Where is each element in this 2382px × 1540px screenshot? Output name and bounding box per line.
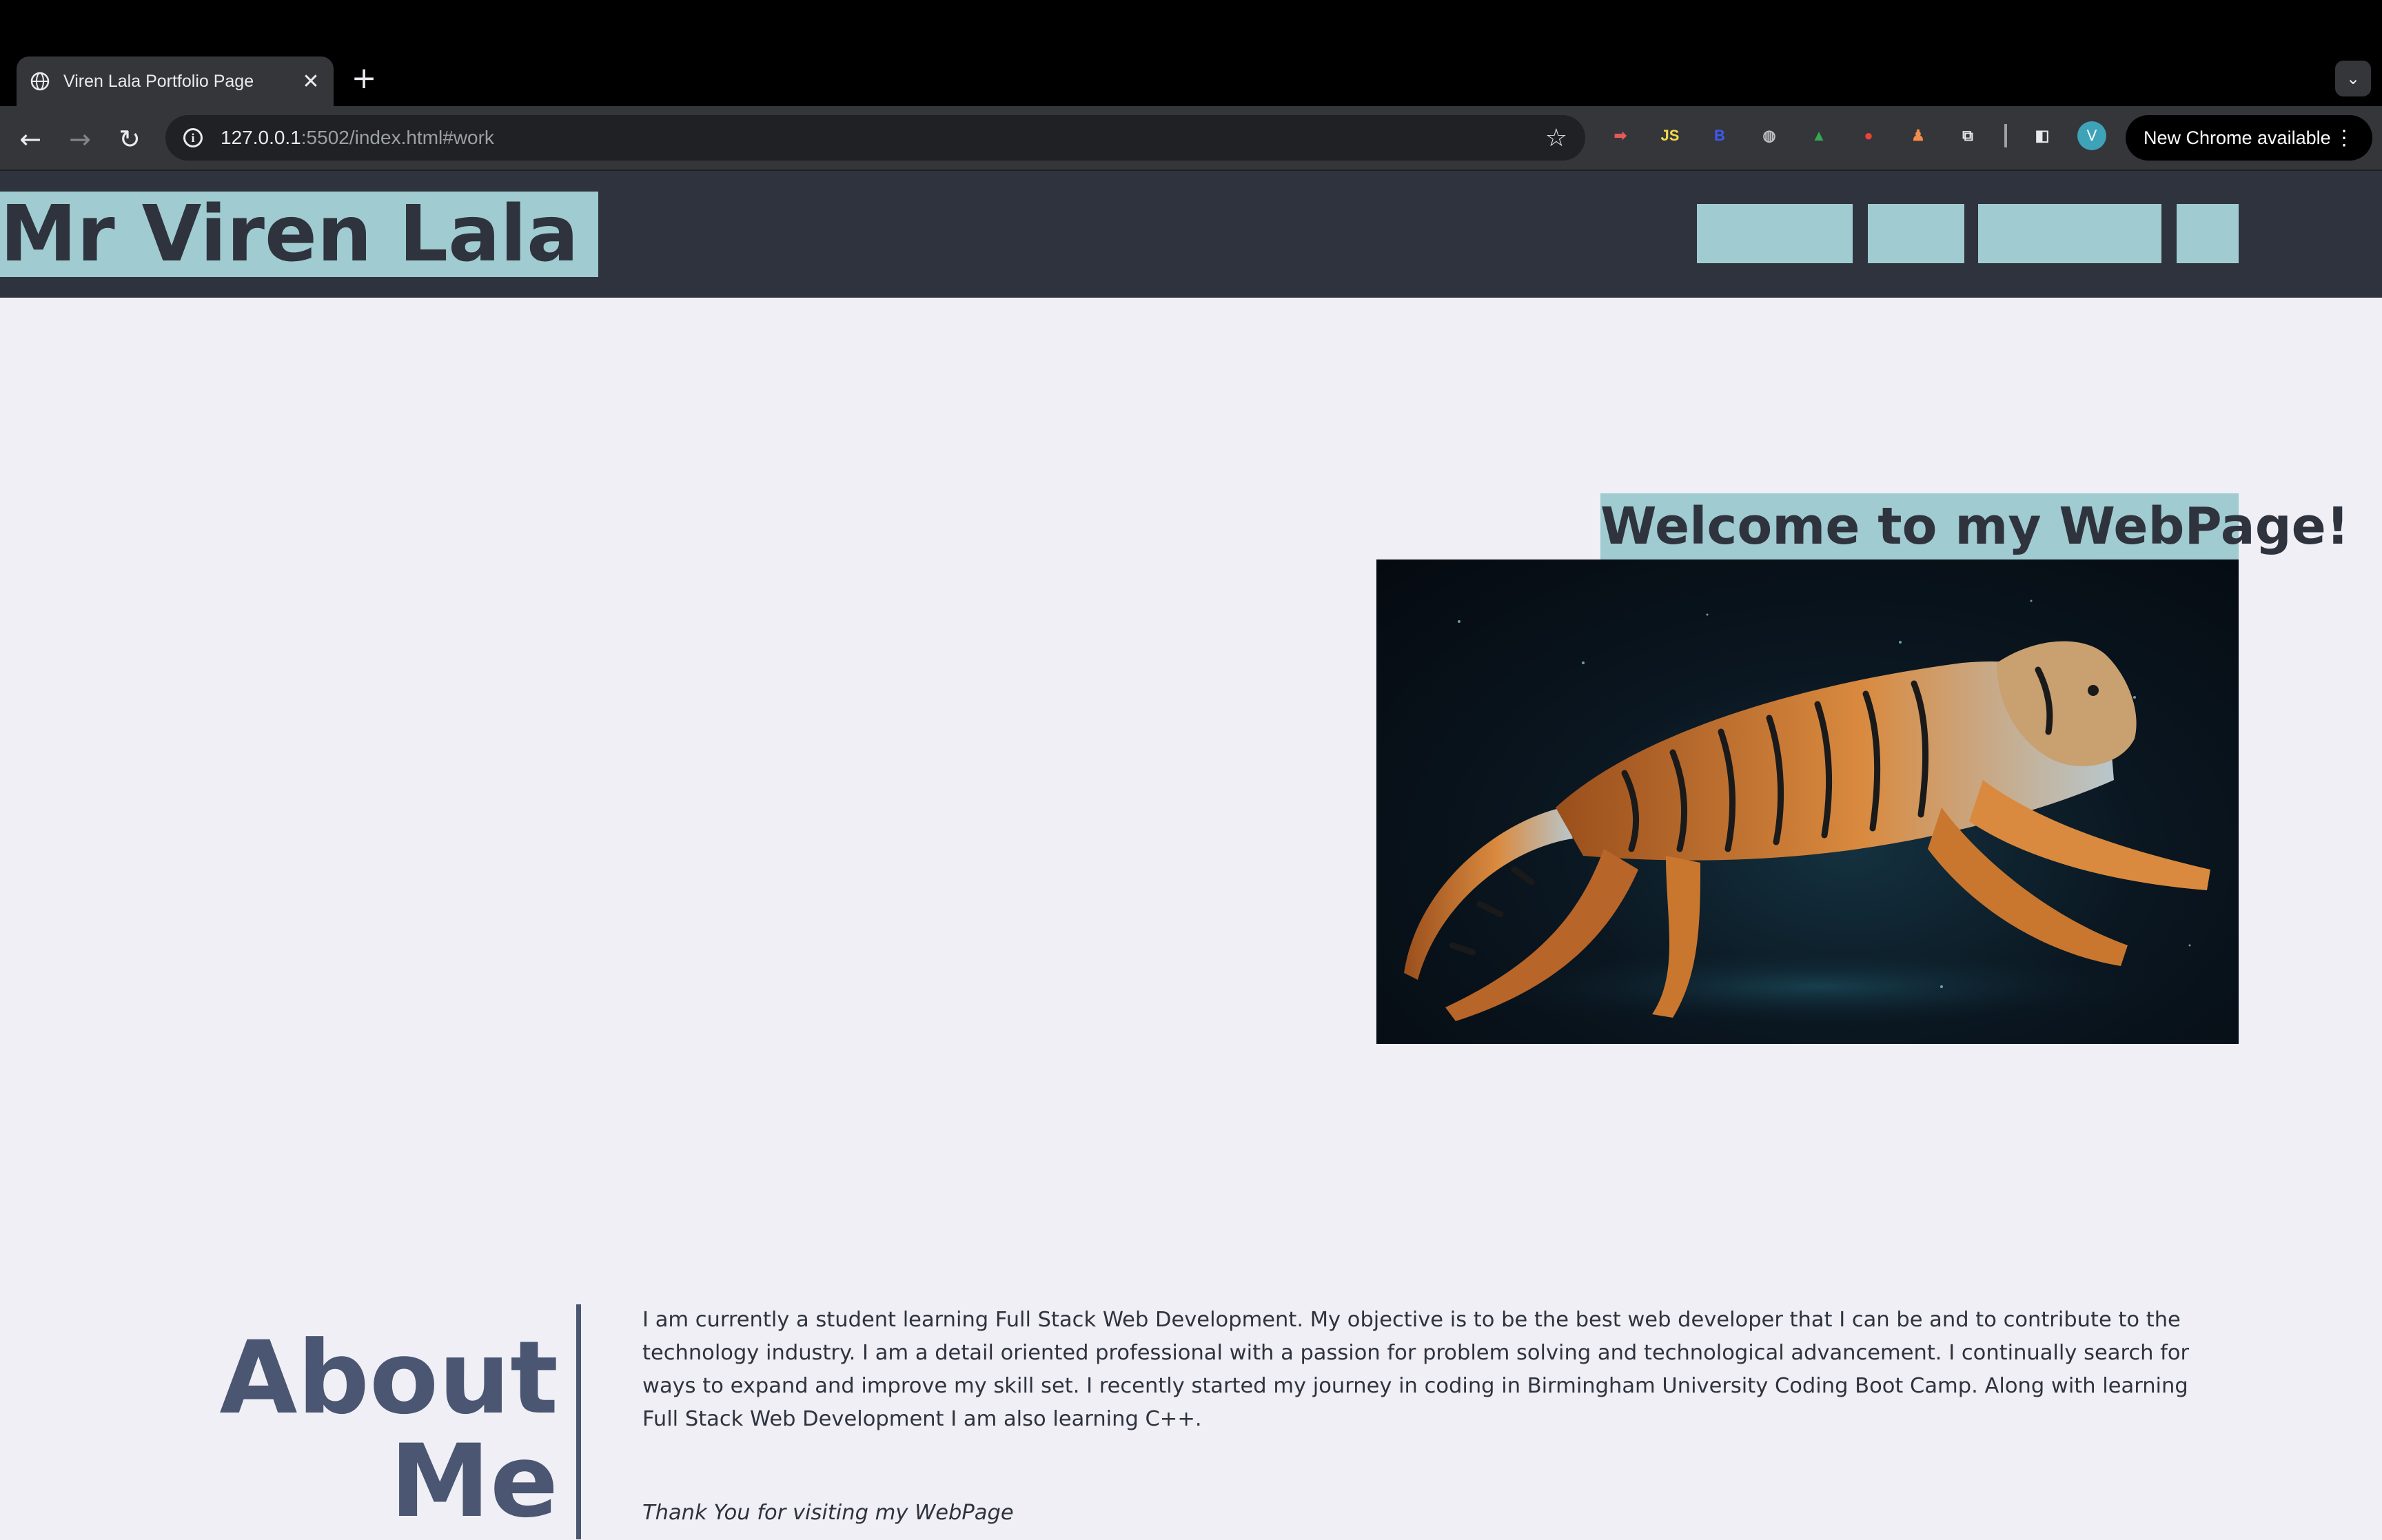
nav-link-4[interactable] <box>2177 204 2239 263</box>
blue-extension-icon[interactable]: B <box>1707 123 1733 149</box>
side-panel-icon[interactable]: ◧ <box>2029 123 2055 149</box>
thank-you-note: Thank You for visiting my WebPage <box>642 1501 1014 1525</box>
profile-avatar[interactable]: V <box>2077 121 2106 150</box>
browser-tab[interactable]: Viren Lala Portfolio Page ✕ <box>17 57 334 106</box>
tiger-image <box>1376 559 2239 1044</box>
nav-link-3[interactable] <box>1978 204 2161 263</box>
new-chrome-available-button[interactable]: New Chrome available ⋮ <box>2126 115 2372 161</box>
tiger-illustration <box>1404 599 2210 1028</box>
forward-button[interactable]: → <box>61 120 99 158</box>
nav-link-2[interactable] <box>1868 204 1964 263</box>
about-heading: About Me <box>219 1320 558 1540</box>
red-arrow-extension-icon[interactable]: ➡ <box>1607 123 1633 149</box>
reload-button[interactable]: ↻ <box>110 120 149 158</box>
bookmark-star-icon[interactable]: ☆ <box>1545 124 1567 152</box>
welcome-heading: Welcome to my WebPage! <box>1600 493 2350 559</box>
update-label: New Chrome available <box>2144 127 2331 148</box>
about-body: I am currently a student learning Full S… <box>642 1308 2190 1431</box>
red-shield-extension-icon[interactable]: ● <box>1855 123 1882 149</box>
chrome-menu-icon[interactable]: ⋮ <box>2334 126 2354 150</box>
url-text[interactable]: 127.0.0.1:5502/index.html#work <box>221 127 1545 149</box>
tab-title: Viren Lala Portfolio Page <box>63 71 254 91</box>
new-tab-button[interactable]: + <box>349 61 379 96</box>
google-drive-icon[interactable]: ▲ <box>1806 123 1832 149</box>
js-extension-icon[interactable]: JS <box>1657 123 1683 149</box>
orange-extension-icon[interactable]: ♟ <box>1905 123 1931 149</box>
site-name: Mr Viren Lala <box>0 192 598 277</box>
globe-icon <box>30 72 50 91</box>
address-bar[interactable]: i 127.0.0.1:5502/index.html#work ☆ <box>165 115 1585 161</box>
about-divider <box>576 1304 581 1539</box>
close-tab-icon[interactable]: ✕ <box>301 70 321 94</box>
site-info-icon[interactable]: i <box>183 128 203 147</box>
back-button[interactable]: ← <box>11 120 50 158</box>
puzzle-extensions-icon[interactable]: ⧉ <box>1955 123 1981 149</box>
toolbar-separator <box>2004 124 2007 147</box>
globe-extension-icon[interactable]: ◍ <box>1756 123 1782 149</box>
tab-search-button[interactable]: ⌄ <box>2335 61 2371 96</box>
nav-link-1[interactable] <box>1697 204 1853 263</box>
